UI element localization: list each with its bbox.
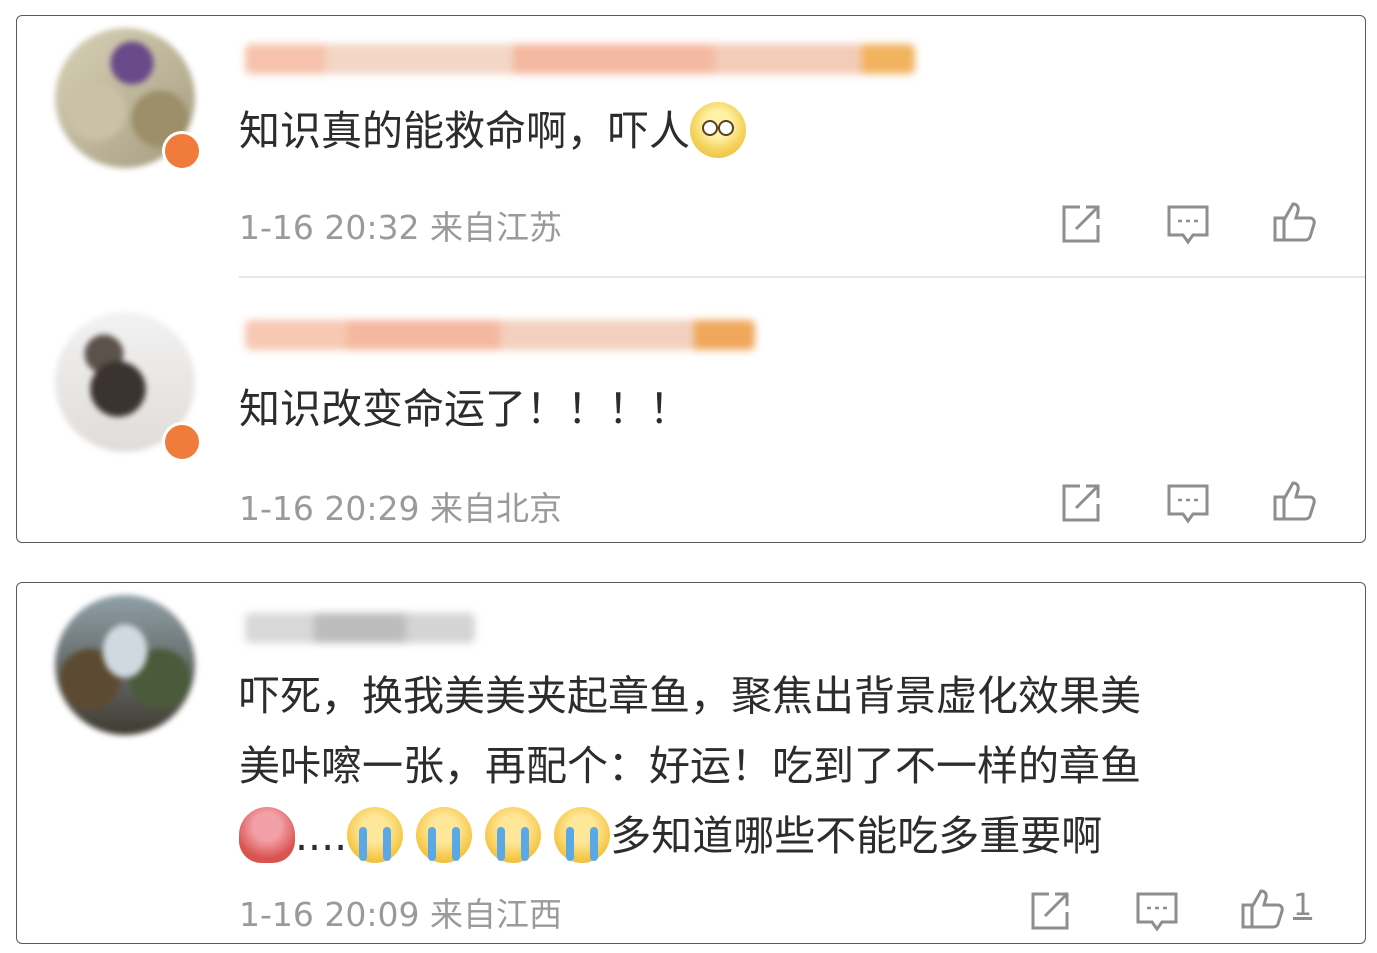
share-icon[interactable] bbox=[1058, 201, 1104, 247]
comment-line: 吓死，换我美美夹起章鱼，聚焦出背景虚化效果美 bbox=[239, 672, 1141, 720]
comment-time: 1-16 20:09 bbox=[239, 895, 420, 934]
comment-card: 吓死，换我美美夹起章鱼，聚焦出背景虚化效果美 美咔嚓一张，再配个：好运！吃到了不… bbox=[16, 582, 1366, 944]
comment-line: 美咔嚓一张，再配个：好运！吃到了不一样的章鱼 bbox=[239, 742, 1141, 790]
comment-icon[interactable] bbox=[1134, 888, 1180, 934]
like-icon[interactable] bbox=[1271, 477, 1317, 523]
loudly-crying-face-icon bbox=[416, 807, 473, 863]
comment-time: 1-16 20:32 bbox=[239, 208, 420, 247]
comment-text: 吓死，换我美美夹起章鱼，聚焦出背景虚化效果美 美咔嚓一张，再配个：好运！吃到了不… bbox=[239, 661, 1141, 871]
octopus-icon bbox=[239, 807, 295, 863]
like-icon[interactable] bbox=[1271, 198, 1317, 244]
username-blurred[interactable] bbox=[245, 320, 755, 350]
loudly-crying-face-icon bbox=[485, 807, 542, 863]
divider bbox=[239, 276, 1365, 278]
comment-location: 来自北京 bbox=[430, 489, 562, 528]
avatar[interactable] bbox=[55, 595, 195, 735]
comment-text: 知识改变命运了！！！！ bbox=[239, 385, 690, 433]
comment-item: 知识真的能救命啊，吓人 1-16 20:32 来自江苏 bbox=[17, 16, 1365, 278]
comment-time: 1-16 20:29 bbox=[239, 489, 420, 528]
loudly-crying-face-icon bbox=[347, 807, 404, 863]
comment-text: 知识真的能救命啊，吓人 bbox=[239, 96, 746, 166]
verified-badge-icon bbox=[162, 422, 202, 462]
smiling-face-with-tear-icon bbox=[690, 102, 746, 158]
comment-icon[interactable] bbox=[1165, 201, 1211, 247]
comment-meta: 1-16 20:32 来自江苏 bbox=[239, 201, 562, 249]
comment-location: 来自江西 bbox=[430, 895, 562, 934]
loudly-crying-face-icon bbox=[554, 807, 611, 863]
share-icon[interactable] bbox=[1058, 480, 1104, 526]
comment-location: 来自江苏 bbox=[430, 208, 562, 247]
comment-icon[interactable] bbox=[1165, 480, 1211, 526]
comment-card: 知识真的能救命啊，吓人 1-16 20:32 来自江苏 知识改变命运了！！！！ … bbox=[16, 15, 1366, 543]
share-icon[interactable] bbox=[1027, 888, 1073, 934]
comment-meta: 1-16 20:09 来自江西 bbox=[239, 888, 562, 936]
comment-item: 吓死，换我美美夹起章鱼，聚焦出背景虚化效果美 美咔嚓一张，再配个：好运！吃到了不… bbox=[17, 583, 1365, 945]
comment-item: 知识改变命运了！！！！ 1-16 20:29 来自北京 bbox=[17, 292, 1365, 544]
comment-meta: 1-16 20:29 来自北京 bbox=[239, 482, 562, 530]
like-icon[interactable] bbox=[1239, 885, 1285, 931]
username-blurred[interactable] bbox=[245, 613, 475, 643]
comment-line: 多知道哪些不能吃多重要啊 bbox=[610, 812, 1103, 860]
verified-badge-icon bbox=[162, 131, 202, 171]
ellipsis: .... bbox=[295, 812, 348, 860]
like-count[interactable]: 1 bbox=[1293, 888, 1312, 923]
username-blurred[interactable] bbox=[245, 44, 915, 74]
